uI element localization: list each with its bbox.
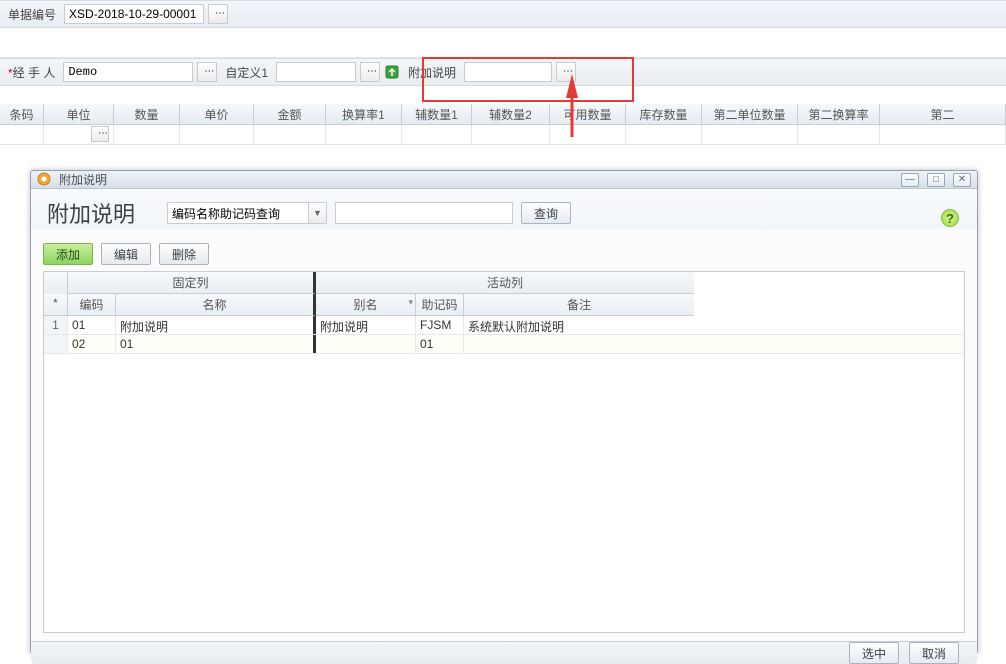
head-star[interactable]: *: [44, 294, 68, 316]
col-qty[interactable]: 数量: [114, 104, 180, 124]
table-row[interactable]: 02 01 01: [44, 335, 964, 354]
col-stock[interactable]: 库存数量: [626, 104, 702, 124]
cancel-button[interactable]: 取消: [909, 642, 959, 664]
dialog-footer: 选中 取消: [31, 641, 977, 664]
select-button[interactable]: 选中: [849, 642, 899, 664]
help-icon[interactable]: ?: [941, 209, 959, 227]
dialog-title: 附加说明: [59, 171, 107, 188]
delete-button[interactable]: 删除: [159, 243, 209, 265]
dialog-toolbar: 添加 编辑 删除: [43, 239, 965, 271]
col-rate1[interactable]: 换算率1: [326, 104, 402, 124]
table-row[interactable]: 1 01 附加说明 附加说明 FJSM 系统默认附加说明: [44, 316, 964, 335]
form-row-docno: 单据编号 ⋯: [0, 0, 1006, 28]
group-fixed: 固定列: [68, 272, 316, 294]
col-unit2qty[interactable]: 第二单位数量: [702, 104, 798, 124]
main-grid-header: 条码 单位 数量 单价 金额 换算率1 辅数量1 辅数量2 可用数量 库存数量 …: [0, 104, 1006, 125]
docno-lookup-button[interactable]: ⋯: [208, 4, 228, 24]
col-aux2[interactable]: 辅数量2: [472, 104, 550, 124]
custom1-label: 自定义1: [221, 64, 272, 81]
handler-label: *经 手 人: [4, 64, 59, 81]
filter-icon[interactable]: ▾: [408, 297, 413, 308]
form-row-handler: *经 手 人 ⋯ 自定义1 ⋯ 附加说明 ⋯: [0, 58, 1006, 86]
dialog-titlebar[interactable]: 附加说明 — □ ✕: [31, 171, 977, 189]
minimize-button[interactable]: —: [901, 173, 919, 187]
attach-dialog: 附加说明 — □ ✕ 附加说明 ▼ 查询 ? 添加 编辑 删除 固定列: [30, 170, 978, 654]
col-price[interactable]: 单价: [180, 104, 254, 124]
dialog-icon: [37, 172, 53, 188]
search-text-input[interactable]: [335, 202, 513, 224]
group-active: 活动列: [316, 272, 694, 294]
col-extra[interactable]: 第二: [880, 104, 1006, 124]
edit-button[interactable]: 编辑: [101, 243, 151, 265]
handler-input[interactable]: [63, 62, 193, 82]
popup-table: 固定列 活动列 * 编码 名称 别名▾ 助记码 备注 1 01 附加说明 附加说…: [43, 271, 965, 633]
handler-lookup-button[interactable]: ⋯: [197, 62, 217, 82]
col-unit[interactable]: 单位: [44, 104, 114, 124]
add-button[interactable]: 添加: [43, 243, 93, 265]
maximize-button[interactable]: □: [927, 173, 945, 187]
docno-input[interactable]: [64, 4, 204, 24]
unit-cell-lookup[interactable]: ⋯: [91, 126, 109, 142]
attach-label: 附加说明: [404, 64, 460, 81]
head-alias[interactable]: 别名▾: [316, 294, 416, 316]
search-mode-dropdown-icon[interactable]: ▼: [309, 202, 327, 224]
custom1-lookup-button[interactable]: ⋯: [360, 62, 380, 82]
head-name[interactable]: 名称: [116, 294, 316, 316]
col-amount[interactable]: 金额: [254, 104, 326, 124]
custom1-input[interactable]: [276, 62, 356, 82]
search-mode-combo[interactable]: ▼: [167, 202, 327, 224]
search-mode-input[interactable]: [167, 202, 309, 224]
head-mnem[interactable]: 助记码: [416, 294, 464, 316]
head-code[interactable]: 编码: [68, 294, 116, 316]
close-button[interactable]: ✕: [953, 173, 971, 187]
dialog-header-row: 附加说明 ▼ 查询: [43, 197, 965, 239]
col-aux1[interactable]: 辅数量1: [402, 104, 472, 124]
attach-icon: [384, 64, 400, 80]
attach-input[interactable]: [464, 62, 552, 82]
attach-lookup-button[interactable]: ⋯: [556, 62, 576, 82]
col-avail[interactable]: 可用数量: [550, 104, 626, 124]
head-remark[interactable]: 备注: [464, 294, 694, 316]
main-grid-row-1[interactable]: ⋯: [0, 125, 1006, 145]
col-rate2[interactable]: 第二换算率: [798, 104, 880, 124]
query-button[interactable]: 查询: [521, 202, 571, 224]
dialog-heading: 附加说明: [47, 197, 135, 229]
docno-label: 单据编号: [4, 6, 60, 23]
col-barcode[interactable]: 条码: [0, 104, 44, 124]
